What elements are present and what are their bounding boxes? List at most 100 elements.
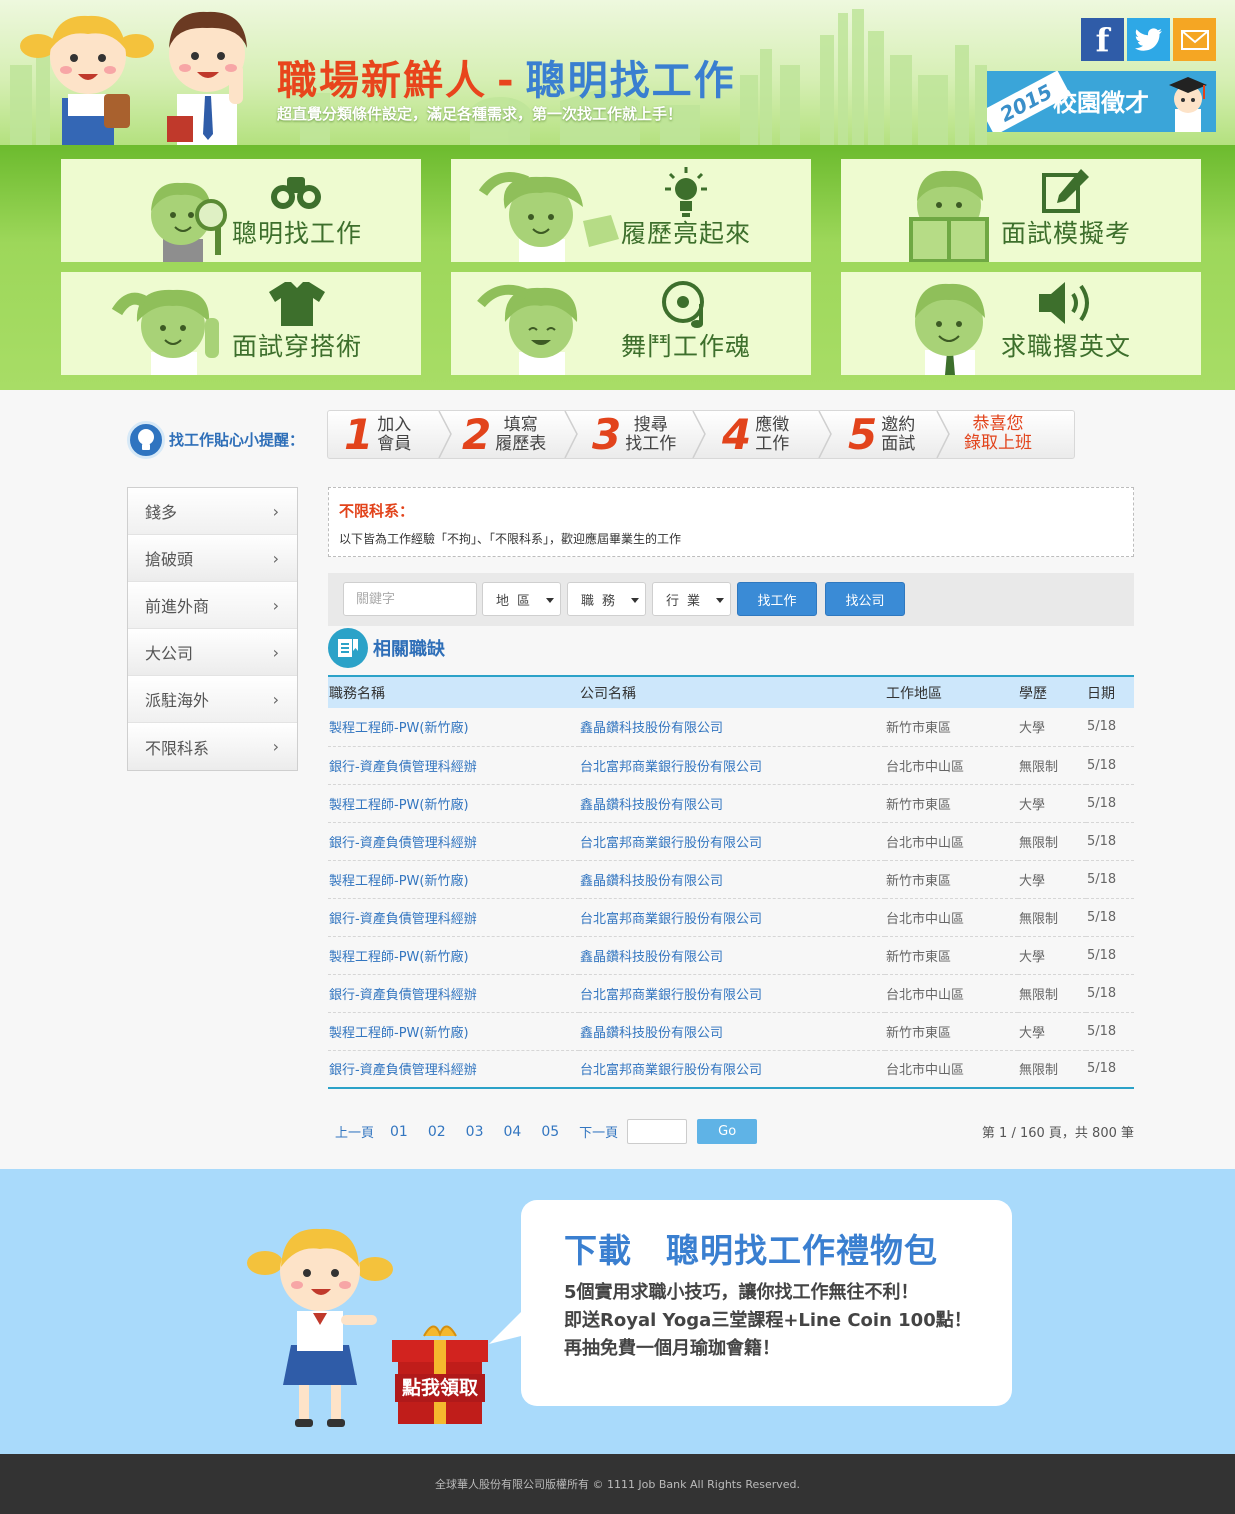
promo-title-download: 下載 [564,1231,632,1270]
job-title-link[interactable]: 銀行-資產負債管理科經辦 [328,974,579,1013]
tshirt-icon [269,282,325,326]
industry-select[interactable]: 行業 [652,582,731,616]
next-page-link[interactable]: 下一頁 [579,1122,618,1141]
menu-label: 面試模擬考 [1001,219,1132,248]
job-education: 無限制 [1018,898,1086,937]
page-link-04[interactable]: 04 [504,1124,522,1140]
job-date: 5/18 [1086,974,1134,1013]
keyword-input[interactable] [343,582,477,616]
sidebar-item-big-company[interactable]: 大公司 › [128,629,297,676]
company-link[interactable]: 鑫晶鑽科技股份有限公司 [579,784,885,823]
step-4: 4 應徵 工作 [722,410,790,459]
menu-tile-smart-job-search[interactable]: 聰明找工作 [61,159,421,262]
job-education: 大學 [1018,936,1086,975]
job-date: 5/18 [1086,784,1134,823]
region-select[interactable]: 地區 [482,582,561,616]
company-link[interactable]: 鑫晶鑽科技股份有限公司 [579,708,885,747]
step-text-line1: 填寫 [503,414,538,435]
job-date: 5/18 [1086,1012,1134,1051]
table-row: 銀行-資產負債管理科經辦 台北富邦商業銀行股份有限公司 台北市中山區 無限制 5/18 [328,974,1134,1013]
sidebar-item-label: 大公司 [145,644,194,663]
go-button[interactable]: Go [697,1119,758,1144]
mail-icon [1180,29,1209,50]
claim-gift-button[interactable]: 點我領取 [384,1318,496,1432]
sidebar-item-any-major[interactable]: 不限科系 › [128,723,297,770]
step-number: 5 [848,410,878,459]
promo-line-2: 即送Royal Yoga三堂課程+Line Coin 100點！ [564,1310,972,1331]
step-text-line1: 邀約 [881,414,916,435]
job-education: 大學 [1018,860,1086,899]
campus-recruitment-banner[interactable]: 2015 校園徵才 [987,71,1216,132]
company-link[interactable]: 台北富邦商業銀行股份有限公司 [579,974,885,1013]
company-link[interactable]: 台北富邦商業銀行股份有限公司 [579,898,885,937]
company-link[interactable]: 鑫晶鑽科技股份有限公司 [579,1012,885,1051]
step-divider [692,411,706,458]
job-title-link[interactable]: 銀行-資產負債管理科經辦 [328,822,579,861]
menu-tile-interview-outfit[interactable]: 面試穿搭術 [61,272,421,375]
twitter-icon [1134,27,1162,51]
company-link[interactable]: 鑫晶鑽科技股份有限公司 [579,936,885,975]
step-number: 1 [344,410,374,459]
promo-title-pack: 聰明找工作禮物包 [666,1231,938,1270]
job-location: 新竹市東區 [885,1012,1018,1051]
facebook-share-button[interactable]: f [1081,18,1124,61]
job-title-link[interactable]: 銀行-資產負債管理科經辦 [328,898,579,937]
email-share-button[interactable] [1173,18,1216,61]
table-row: 銀行-資產負債管理科經辦 台北富邦商業銀行股份有限公司 台北市中山區 無限制 5/18 [328,898,1134,937]
sidebar-item-popular[interactable]: 搶破頭 › [128,535,297,582]
company-link[interactable]: 台北富邦商業銀行股份有限公司 [579,1050,885,1088]
menu-tile-english[interactable]: 求職撂英文 [841,272,1201,375]
sidebar-item-foreign-company[interactable]: 前進外商 › [128,582,297,629]
job-title-link[interactable]: 製程工程師-PW(新竹廠) [328,784,579,823]
find-company-button[interactable]: 找公司 [825,582,905,616]
menu-tile-resume[interactable]: 履歷亮起來 [451,159,811,262]
job-title-link[interactable]: 製程工程師-PW(新竹廠) [328,936,579,975]
sidebar-item-overseas[interactable]: 派駐海外 › [128,676,297,723]
page-link-03[interactable]: 03 [466,1124,484,1140]
menu-label: 面試穿搭術 [232,332,363,361]
job-title-link[interactable]: 製程工程師-PW(新竹廠) [328,708,579,747]
page-number-input[interactable] [627,1119,688,1144]
step-divider [818,411,832,458]
step-1: 1 加入 會員 [344,410,412,459]
page-link-05[interactable]: 05 [541,1124,559,1140]
step-text-line2: 履歷表 [495,433,547,454]
job-title-link[interactable]: 銀行-資產負債管理科經辦 [328,746,579,785]
job-location: 台北市中山區 [885,898,1018,937]
copyright-text: 全球華人股份有限公司版權所有 © 1111 Job Bank All Right… [434,1478,801,1491]
step-divider [438,411,452,458]
claim-gift-label: 點我領取 [395,1374,485,1402]
step-text-line2: 會員 [377,433,412,454]
step-5: 5 邀約 面試 [848,410,916,459]
mascot-tag-illustration [479,172,619,262]
company-link[interactable]: 鑫晶鑽科技股份有限公司 [579,860,885,899]
twitter-share-button[interactable] [1127,18,1170,61]
tips-label: 找工作貼心小提醒： [169,431,305,449]
job-date: 5/18 [1087,1061,1117,1077]
step-final-hired: 恭喜您 錄取上班 [964,415,1032,453]
campus-label: 校園徵才 [1053,89,1149,117]
page-link-02[interactable]: 02 [428,1124,446,1140]
job-education: 大學 [1018,784,1086,823]
company-link[interactable]: 台北富邦商業銀行股份有限公司 [579,822,885,861]
job-title-link[interactable]: 製程工程師-PW(新竹廠) [328,860,579,899]
menu-tile-dance[interactable]: 舞鬥工作魂 [451,272,811,375]
site-title: 職場新鮮人 - 聰明找工作 [277,48,736,106]
job-title-link[interactable]: 銀行-資產負債管理科經辦 [328,1050,579,1088]
site-title-part2: 聰明找工作 [525,58,736,104]
prev-page-link[interactable]: 上一頁 [335,1122,374,1141]
company-link[interactable]: 台北富邦商業銀行股份有限公司 [579,746,885,785]
menu-tile-interview-sim[interactable]: 面試模擬考 [841,159,1201,262]
page-link-01[interactable]: 01 [390,1124,408,1140]
job-title-link[interactable]: 製程工程師-PW(新竹廠) [328,1012,579,1051]
step-text-line2: 工作 [755,433,790,454]
column-header-date: 日期 [1086,676,1134,708]
job-date: 5/18 [1086,822,1134,861]
table-header-row: 職務名稱 公司名稱 工作地區 學歷 日期 [328,676,1134,708]
sidebar-item-money[interactable]: 錢多 › [128,488,297,535]
table-row: 製程工程師-PW(新竹廠) 鑫晶鑽科技股份有限公司 新竹市東區 大學 5/18 [328,1012,1134,1051]
find-job-button[interactable]: 找工作 [737,582,817,616]
music-disc-icon [662,281,704,328]
job-category-select[interactable]: 職務 [567,582,646,616]
job-location: 台北市中山區 [886,1063,965,1079]
